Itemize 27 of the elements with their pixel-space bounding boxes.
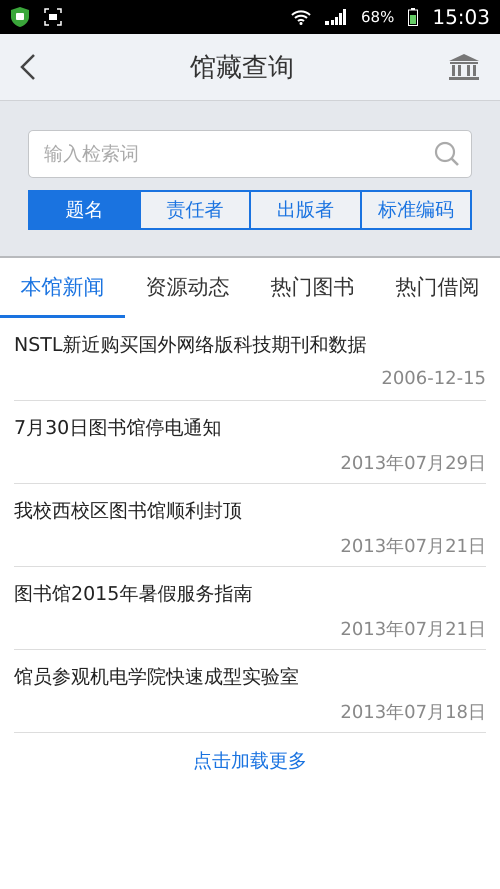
wifi-icon bbox=[291, 9, 312, 25]
search-type-tab[interactable]: 责任者 bbox=[138, 192, 249, 228]
news-title[interactable]: NSTL新近购买国外网络版科技期刊和数据 bbox=[14, 332, 486, 358]
news-title[interactable]: 图书馆2015年暑假服务指南 bbox=[14, 581, 486, 607]
signal-icon bbox=[325, 9, 348, 25]
search-type-tab[interactable]: 题名 bbox=[30, 192, 138, 228]
search-field[interactable]: 输入检索词 bbox=[28, 130, 472, 178]
clock-time: 15:03 bbox=[432, 5, 490, 29]
shield-icon bbox=[10, 6, 30, 28]
battery-percent: 68% bbox=[361, 8, 394, 26]
news-date: 2013年07月29日 bbox=[340, 452, 486, 475]
load-more-link[interactable]: 点击加载更多 bbox=[187, 747, 313, 775]
screenshot-icon bbox=[44, 8, 62, 26]
search-type-tab[interactable]: 标准编码 bbox=[360, 192, 470, 228]
news-date: 2006-12-15 bbox=[381, 368, 486, 389]
news-title[interactable]: 馆员参观机电学院快速成型实验室 bbox=[14, 664, 486, 690]
news-title[interactable]: 我校西校区图书馆顺利封顶 bbox=[14, 498, 486, 524]
search-icon[interactable] bbox=[434, 141, 460, 167]
news-date: 2013年07月21日 bbox=[340, 618, 486, 641]
back-icon[interactable] bbox=[20, 53, 36, 81]
search-type-tab[interactable]: 出版者 bbox=[249, 192, 360, 228]
battery-icon bbox=[408, 8, 418, 26]
news-title[interactable]: 7月30日图书馆停电通知 bbox=[14, 415, 486, 441]
news-date: 2013年07月21日 bbox=[340, 535, 486, 558]
library-building-icon[interactable] bbox=[448, 53, 480, 81]
page-title: 馆藏查询 bbox=[189, 52, 295, 84]
news-date: 2013年07月18日 bbox=[340, 701, 486, 724]
